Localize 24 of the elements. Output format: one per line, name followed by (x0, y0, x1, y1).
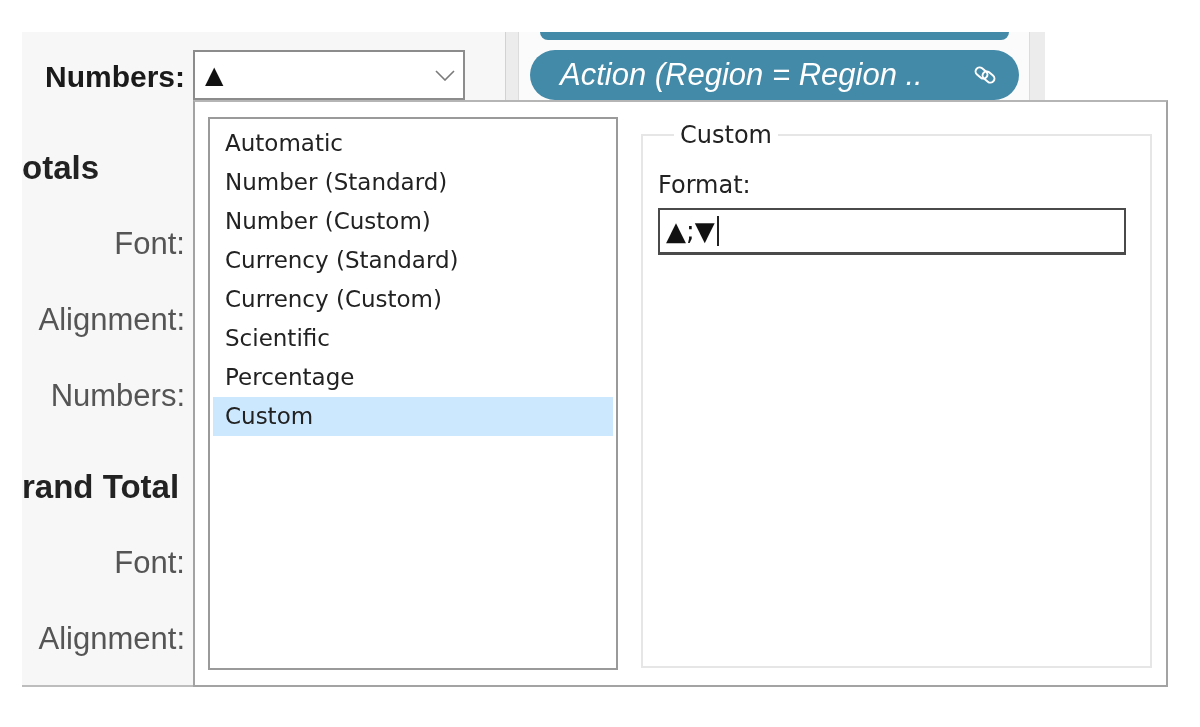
list-option[interactable]: Scientific (213, 319, 613, 358)
section-heading: otals (22, 148, 100, 188)
section-heading: rand Total (22, 467, 180, 507)
list-option[interactable]: Custom (213, 397, 613, 436)
field-label: Font: (114, 225, 185, 263)
link-icon (973, 63, 997, 87)
list-option[interactable]: Number (Standard) (213, 163, 613, 202)
list-option[interactable]: Percentage (213, 358, 613, 397)
field-label: Numbers: (50, 377, 185, 415)
list-option[interactable]: Automatic (213, 124, 613, 163)
numbers-dropdown[interactable]: ▲ (193, 50, 465, 100)
action-pill[interactable]: Action (Region = Region .. (530, 50, 1019, 100)
field-label: Alignment: (38, 620, 185, 658)
field-label: Font: (114, 544, 185, 582)
list-option[interactable]: Currency (Standard) (213, 241, 613, 280)
field-label: Format: (658, 170, 751, 200)
format-input[interactable]: ▲;▼ (658, 208, 1126, 255)
group-legend: Custom (674, 121, 778, 149)
list-option[interactable]: Number (Custom) (213, 202, 613, 241)
text-cursor-icon (716, 216, 719, 246)
field-label: Alignment: (38, 301, 185, 339)
chevron-icon (435, 69, 455, 81)
field-label: Numbers: (43, 59, 185, 95)
list-option[interactable]: Currency (Custom) (213, 280, 613, 319)
